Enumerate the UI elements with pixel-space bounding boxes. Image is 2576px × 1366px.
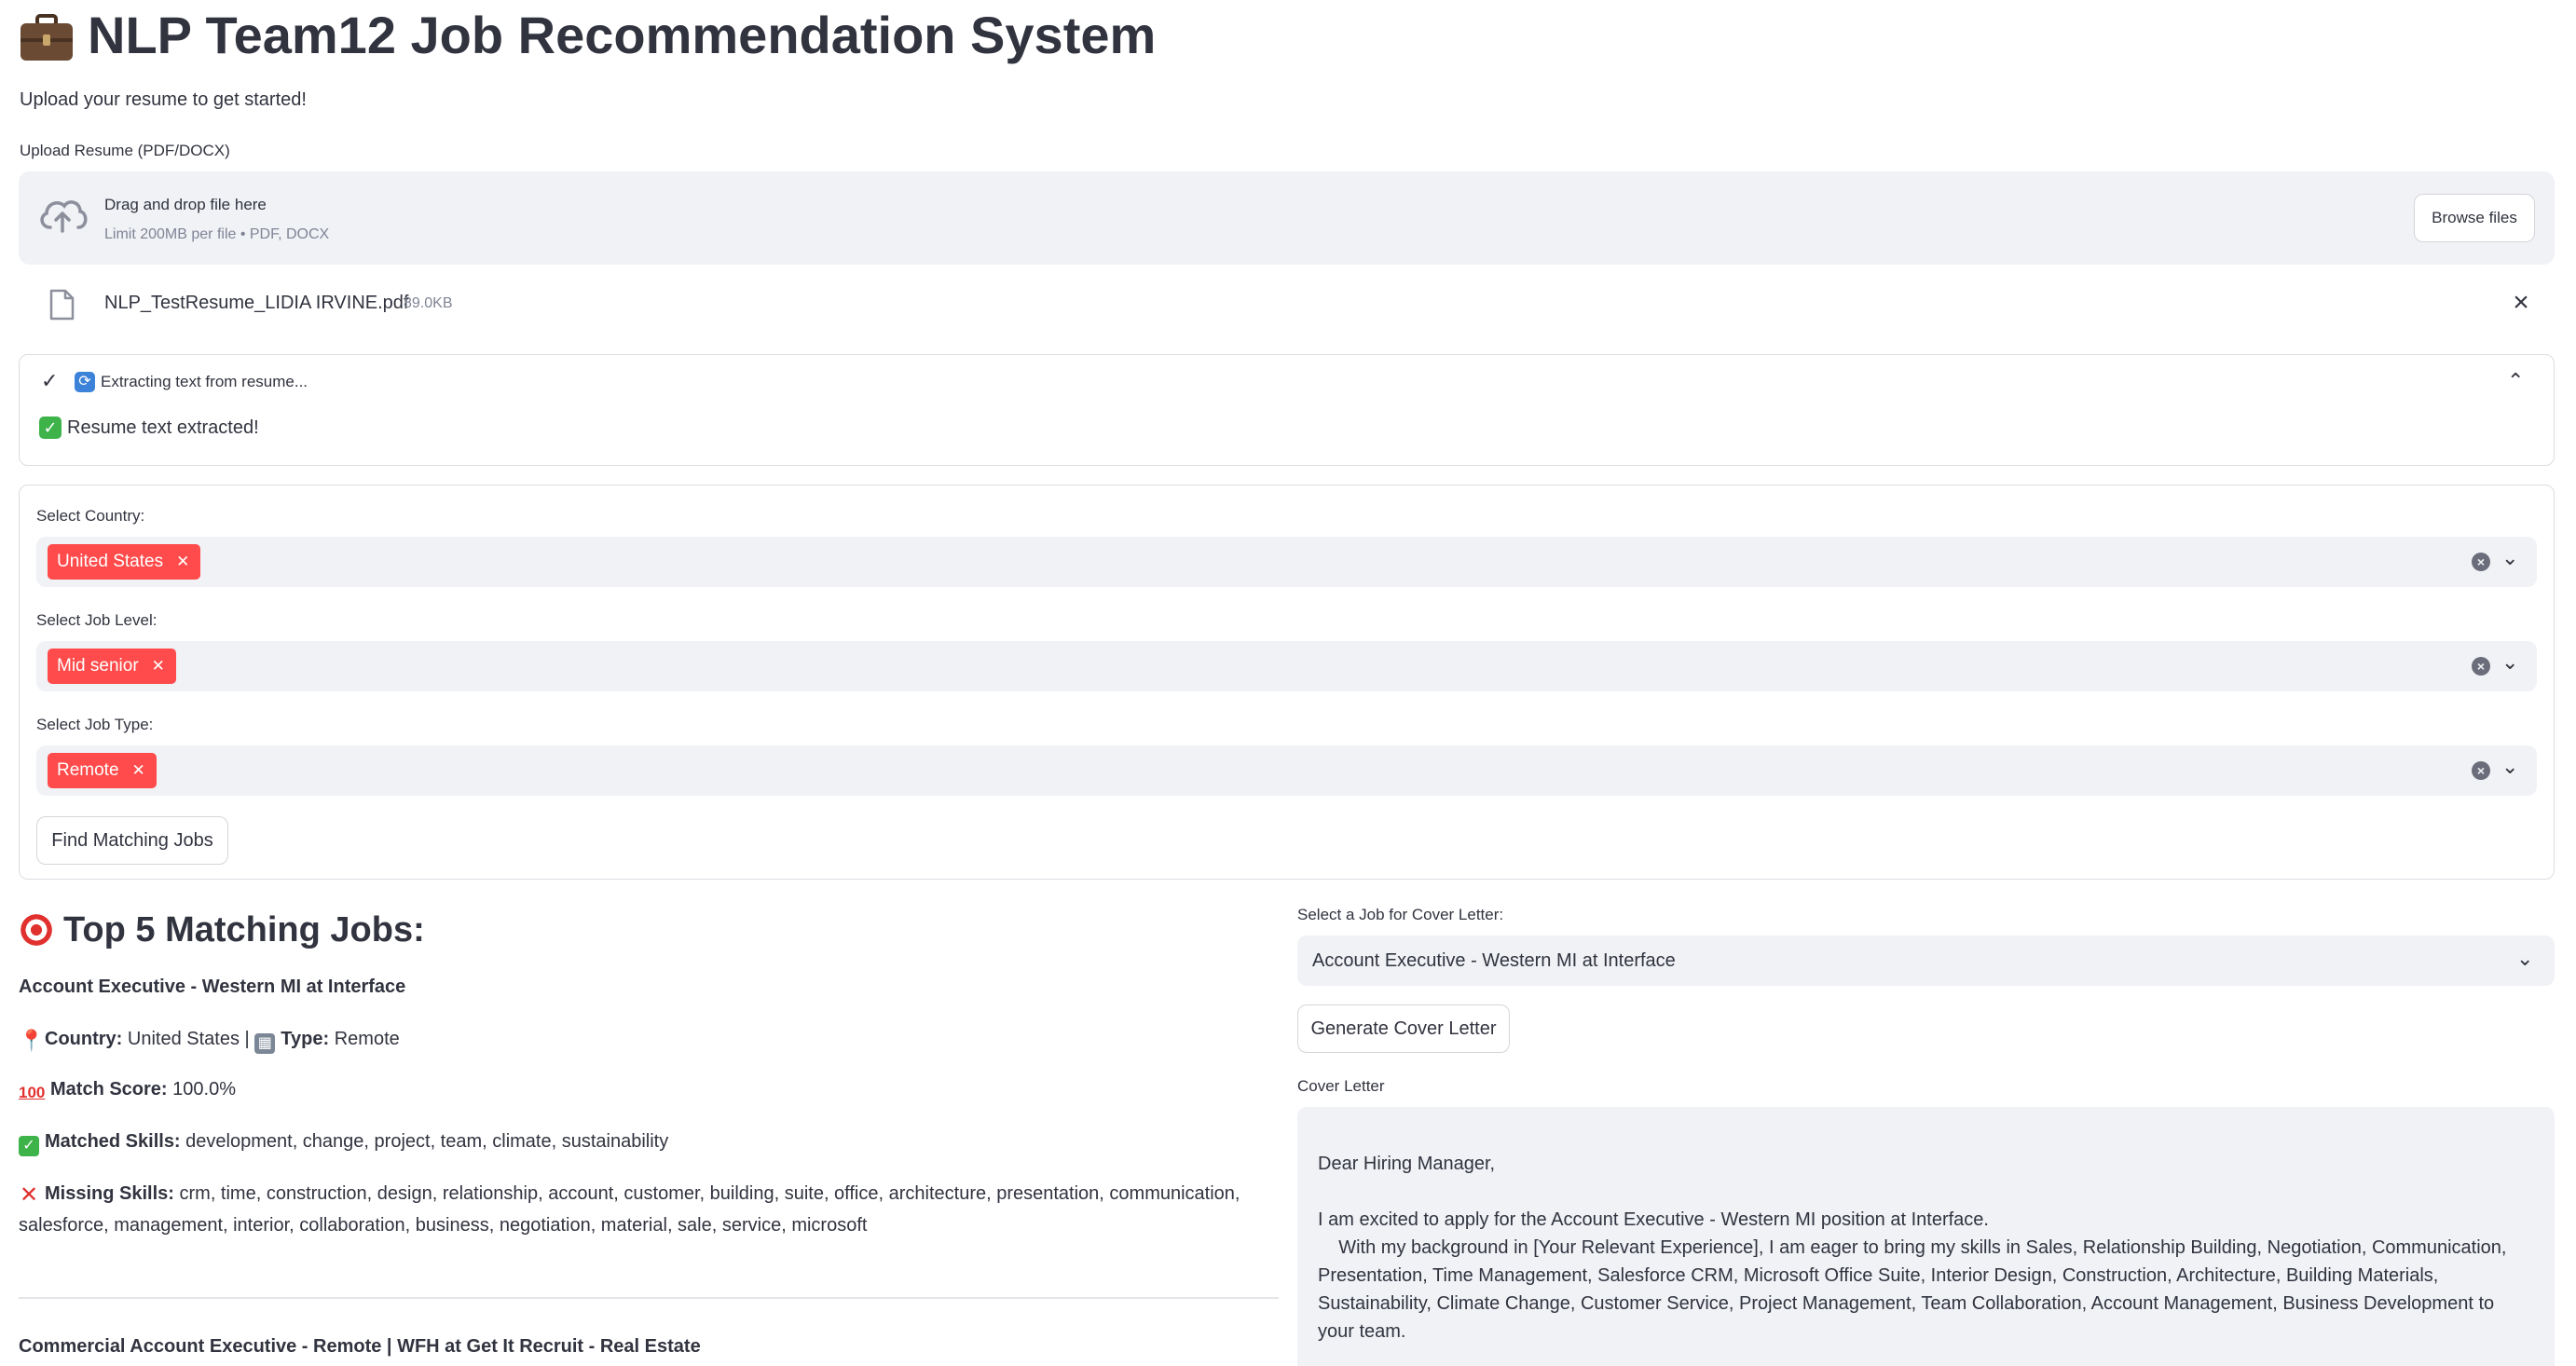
country-key: Country:: [45, 1029, 123, 1049]
job-level-tag[interactable]: Mid senior ✕: [48, 649, 176, 684]
job-level-multiselect[interactable]: [36, 641, 2537, 691]
missing-key: Missing Skills:: [45, 1183, 174, 1204]
clear-icon[interactable]: ×: [2472, 761, 2490, 780]
job-type-multiselect[interactable]: [36, 745, 2537, 796]
cover-letter-label: Cover Letter: [1297, 1077, 1385, 1095]
clear-icon[interactable]: ×: [2472, 657, 2490, 676]
results-heading-text: Top 5 Matching Jobs:: [63, 910, 425, 949]
matched-key: Matched Skills:: [45, 1131, 181, 1152]
missing-value: crm, time, construction, design, relatio…: [19, 1183, 1240, 1236]
matched-value: development, change, project, team, clim…: [185, 1131, 669, 1152]
country-tag[interactable]: United States ✕: [48, 544, 201, 580]
job-type-label: Select Job Type:: [36, 716, 154, 733]
job-meta: 📍Country: United States | ▦ Type: Remote: [19, 1023, 400, 1055]
building-icon: ▦: [254, 1033, 276, 1054]
job-type-tag[interactable]: Remote ✕: [48, 753, 157, 788]
chevron-down-icon[interactable]: ⌄: [2501, 650, 2518, 675]
chevron-down-icon[interactable]: ⌄: [2501, 755, 2518, 779]
success-text: Resume text extracted!: [67, 417, 259, 438]
upload-label: Upload Resume (PDF/DOCX): [20, 142, 230, 159]
separator: |: [244, 1029, 250, 1049]
job-type-tag-label: Remote: [57, 760, 119, 780]
dropzone-limit: Limit 200MB per file • PDF, DOCX: [104, 226, 330, 242]
job-level-label: Select Job Level:: [36, 611, 158, 629]
job-title: Account Executive - Western MI at Interf…: [19, 977, 406, 997]
cloud-upload-icon: [37, 196, 88, 237]
country-label: Select Country:: [36, 507, 145, 525]
score-key: Match Score:: [50, 1079, 168, 1100]
checkmark-icon: ✓: [39, 417, 62, 439]
cover-letter-text: Dear Hiring Manager, I am excited to app…: [1318, 1154, 2507, 1342]
job-country: United States: [127, 1029, 240, 1049]
target-icon: [19, 912, 54, 948]
page-title-text: NLP Team12 Job Recommendation System: [88, 6, 1157, 64]
success-message: ✓ Resume text extracted!: [39, 414, 259, 442]
results-heading: Top 5 Matching Jobs:: [19, 904, 425, 956]
job-type: Remote: [334, 1029, 400, 1049]
divider: [19, 1297, 1279, 1299]
uploaded-file-name: NLP_TestResume_LIDIA IRVINE.pdf: [104, 293, 409, 313]
refresh-icon: ⟳: [75, 372, 95, 392]
remove-tag-icon[interactable]: ✕: [132, 753, 145, 788]
pin-icon: 📍: [19, 1029, 45, 1052]
dropzone-instructions: Drag and drop file here: [104, 196, 267, 213]
remove-tag-icon[interactable]: ✕: [176, 544, 189, 580]
matched-skills: ✓ Matched Skills: development, change, pr…: [19, 1126, 668, 1157]
job-title: Commercial Account Executive - Remote | …: [19, 1336, 701, 1357]
file-icon: [48, 289, 75, 321]
page-title: NLP Team12 Job Recommendation System: [19, 2, 1156, 69]
checkmark-icon: ✓: [19, 1136, 39, 1156]
type-key: Type:: [281, 1029, 330, 1049]
clear-icon[interactable]: ×: [2472, 553, 2490, 571]
file-dropzone[interactable]: [19, 171, 2555, 265]
chevron-down-icon[interactable]: ⌄: [2516, 947, 2533, 971]
remove-tag-icon[interactable]: ✕: [152, 649, 165, 684]
status-step-text: Extracting text from resume...: [101, 373, 308, 390]
cover-select-label: Select a Job for Cover Letter:: [1297, 906, 1504, 923]
country-multiselect[interactable]: [36, 537, 2537, 587]
missing-skills: ✕ Missing Skills: crm, time, construction…: [19, 1178, 1277, 1241]
chevron-up-icon[interactable]: ⌃: [2507, 369, 2524, 393]
country-tag-label: United States: [57, 552, 164, 571]
match-score: 100 Match Score: 100.0%: [19, 1073, 236, 1105]
uploaded-file-size: 89.0KB: [404, 295, 453, 311]
generate-cover-letter-button[interactable]: Generate Cover Letter: [1297, 1004, 1510, 1053]
hundred-points-icon: 100: [19, 1084, 46, 1101]
check-icon: ✓: [41, 369, 59, 392]
browse-files-button[interactable]: Browse files: [2414, 194, 2535, 242]
cover-job-select[interactable]: Account Executive - Western MI at Interf…: [1297, 936, 2555, 986]
briefcase-icon: [19, 11, 75, 61]
subtitle: Upload your resume to get started!: [20, 89, 307, 110]
find-matching-jobs-button[interactable]: Find Matching Jobs: [36, 816, 228, 865]
status-step: ⟳ Extracting text from resume...: [75, 371, 308, 393]
chevron-down-icon[interactable]: ⌄: [2501, 546, 2518, 570]
score-value: 100.0%: [172, 1079, 236, 1100]
job-level-tag-label: Mid senior: [57, 656, 139, 676]
status-expander[interactable]: [19, 354, 2555, 466]
cross-mark-icon: ✕: [19, 1182, 39, 1208]
remove-file-icon[interactable]: ×: [2507, 289, 2535, 317]
